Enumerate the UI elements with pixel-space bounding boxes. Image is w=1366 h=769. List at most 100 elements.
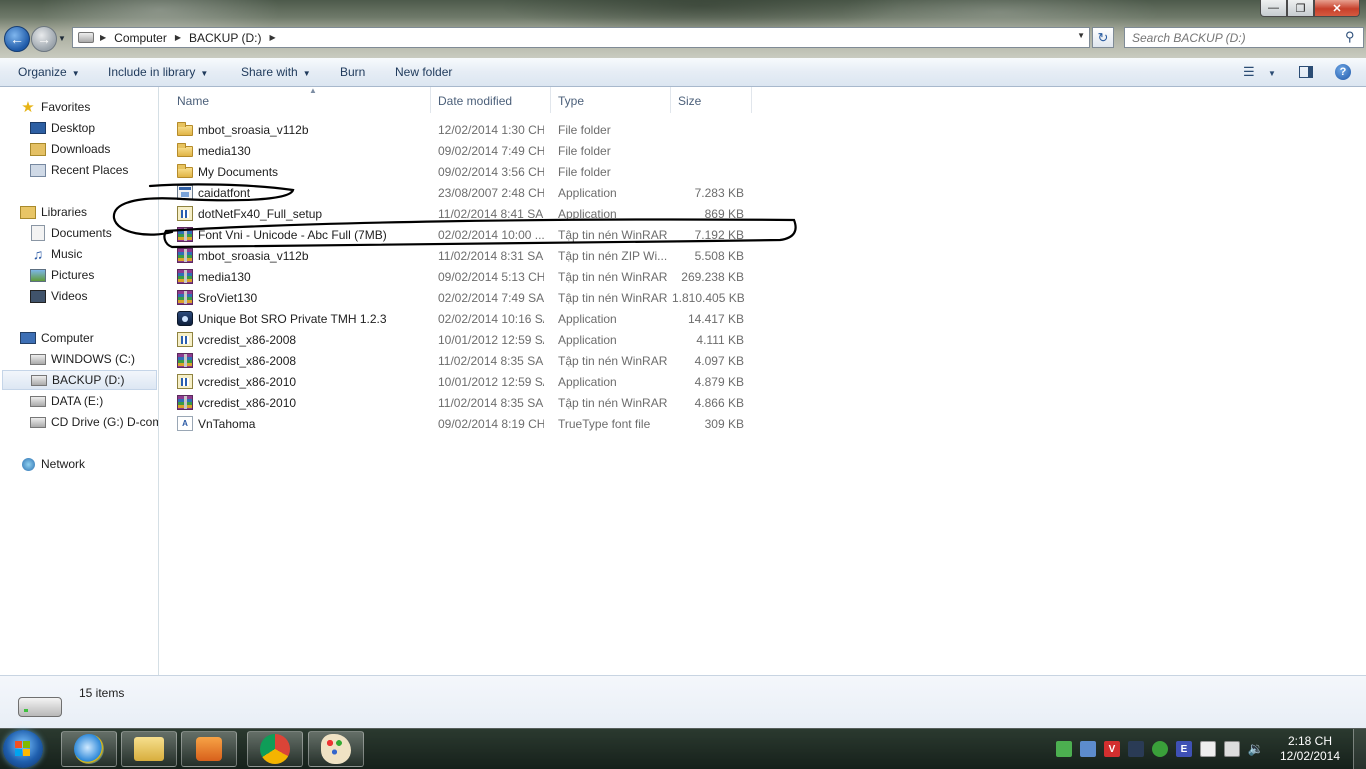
file-type: File folder [558,165,611,179]
include-in-library-menu[interactable]: Include in library ▼ [108,65,208,79]
forward-button[interactable]: → [31,26,57,52]
file-row[interactable]: vcredist_x86-2010 10/01/2012 12:59 SA Appl… [172,371,752,392]
change-view-icon[interactable]: ☰ [1243,64,1255,80]
file-row[interactable]: A VnTahoma 09/02/2014 8:19 CH TrueType font… [172,413,752,434]
chevron-right-icon[interactable]: ▶ [100,33,106,42]
organize-menu[interactable]: Organize ▼ [18,65,80,79]
file-date-modified: 09/02/2014 5:13 CH [438,270,544,284]
nav-network[interactable]: Network [20,454,85,474]
network-icon[interactable] [1224,741,1240,757]
nav-windows-c[interactable]: WINDOWS (C:) [30,349,135,369]
file-row[interactable]: media130 09/02/2014 7:49 CH File folder [172,140,752,161]
nav-downloads[interactable]: Downloads [30,139,110,159]
tray-device-icon[interactable] [1080,741,1096,757]
file-row[interactable]: Unique Bot SRO Private TMH 1.2.3 02/02/20… [172,308,752,329]
file-size: 4.866 KB [694,396,744,410]
share-with-menu[interactable]: Share with ▼ [241,65,311,79]
search-input[interactable] [1124,27,1364,48]
nav-libraries[interactable]: Libraries [20,202,87,222]
help-icon[interactable]: ? [1335,64,1351,80]
file-row[interactable]: Font Vni - Unicode - Abc Full (7MB) 02/02… [172,224,752,245]
taskbar-google-chrome[interactable] [247,731,303,767]
chevron-right-icon[interactable]: ▶ [175,33,181,42]
file-row[interactable]: vcredist_x86-2008 10/01/2012 12:59 SA Appl… [172,329,752,350]
details-pane: 15 items [0,675,1366,729]
arrow-right-icon: → [37,31,51,47]
tray-v-icon[interactable]: V [1104,741,1120,757]
tray-network-device-icon[interactable] [1128,741,1144,757]
nav-computer[interactable]: Computer [20,328,94,348]
sort-ascending-icon: ▲ [309,86,317,95]
close-button[interactable]: ✕ [1314,0,1360,17]
search-icon[interactable]: ⚲ [1345,29,1355,45]
nav-recent-places[interactable]: Recent Places [30,160,128,180]
nav-data-e[interactable]: DATA (E:) [30,391,103,411]
tray-usb-icon[interactable] [1200,741,1216,757]
system-tray: V E 🔉 [1052,729,1268,769]
file-type: Application [558,186,617,200]
address-history-dropdown[interactable]: ▼ [1077,31,1085,40]
chevron-right-icon[interactable]: ▶ [269,33,275,42]
column-header-type[interactable]: Type [552,87,671,113]
nav-favorites[interactable]: ★ Favorites [20,97,90,117]
refresh-button[interactable]: ↻ [1092,27,1114,48]
font-file-icon: A [177,416,193,431]
file-row[interactable]: dotNetFx40_Full_setup 11/02/2014 8:41 SA A… [172,203,752,224]
preview-pane-icon[interactable] [1299,66,1313,78]
column-header-name[interactable]: Name ▲ [171,86,431,113]
maximize-button[interactable]: ❐ [1287,0,1314,17]
file-row[interactable]: vcredist_x86-2008 11/02/2014 8:35 SA Tập t… [172,350,752,371]
nav-cd-drive[interactable]: CD Drive (G:) D-com [30,412,158,432]
view-options-dropdown[interactable]: ▼ [1268,69,1276,78]
column-header-date-modified[interactable]: Date modified [432,87,551,113]
winrar-archive-icon [177,269,193,284]
tray-app-icon[interactable] [1056,741,1072,757]
breadcrumb-computer[interactable]: Computer [114,31,167,45]
back-button[interactable]: ← [4,26,30,52]
breadcrumb-backup-d[interactable]: BACKUP (D:) [189,31,261,45]
file-size: 7.192 KB [694,228,744,242]
chevron-down-icon: ▼ [302,69,311,78]
minimize-button[interactable]: — [1260,0,1287,17]
recent-pages-dropdown[interactable]: ▼ [58,34,66,43]
file-size: 14.417 KB [687,312,744,326]
file-row[interactable]: caidatfont 23/08/2007 2:48 CH Application 7… [172,182,752,203]
nav-backup-d[interactable]: BACKUP (D:) [2,370,157,390]
taskbar-clock[interactable]: 2:18 CH 12/02/2014 [1270,734,1350,764]
new-folder-button[interactable]: New folder [395,65,452,79]
start-button[interactable] [3,730,43,768]
file-row[interactable]: SroViet130 02/02/2014 7:49 SA Tập tin nén … [172,287,752,308]
volume-icon[interactable]: 🔉 [1248,741,1264,757]
file-size: 309 KB [704,417,744,431]
file-type: Tập tin nén WinRAR [558,354,668,368]
taskbar-media-player[interactable] [181,731,237,767]
file-date-modified: 09/02/2014 3:56 CH [438,165,544,179]
taskbar-internet-explorer[interactable] [61,731,117,767]
column-header-size[interactable]: Size [672,87,752,113]
show-desktop-button[interactable] [1353,729,1366,769]
burn-button[interactable]: Burn [340,65,365,79]
file-row[interactable]: vcredist_x86-2010 11/02/2014 8:35 SA Tập t… [172,392,752,413]
taskbar-paint[interactable] [308,731,364,767]
file-row[interactable]: My Documents 09/02/2014 3:56 CH File folde… [172,161,752,182]
file-row[interactable]: mbot_sroasia_v112b 11/02/2014 8:31 SA Tập … [172,245,752,266]
file-type: Tập tin nén WinRAR [558,291,668,305]
file-date-modified: 02/02/2014 10:00 ... [438,228,544,242]
taskbar-windows-explorer[interactable] [121,731,177,767]
nav-music[interactable]: ♫ Music [30,244,83,264]
address-bar[interactable]: ▶ Computer ▶ BACKUP (D:) ▶ ▼ [72,27,1090,48]
downloads-icon [30,142,46,156]
file-row[interactable]: mbot_sroasia_v112b 12/02/2014 1:30 CH File… [172,119,752,140]
file-name: Unique Bot SRO Private TMH 1.2.3 [198,312,387,326]
file-date-modified: 11/02/2014 8:35 SA [438,396,544,410]
nav-documents[interactable]: Documents [30,223,112,243]
file-size: 4.879 KB [694,375,744,389]
nav-pictures[interactable]: Pictures [30,265,94,285]
folder-icon [177,143,193,157]
tray-e-icon[interactable]: E [1176,741,1192,757]
file-row[interactable]: media130 09/02/2014 5:13 CH Tập tin nén Wi… [172,266,752,287]
tray-globe-icon[interactable] [1152,741,1168,757]
nav-desktop[interactable]: Desktop [30,118,95,138]
nav-videos[interactable]: Videos [30,286,87,306]
windows-logo-icon [15,741,31,757]
